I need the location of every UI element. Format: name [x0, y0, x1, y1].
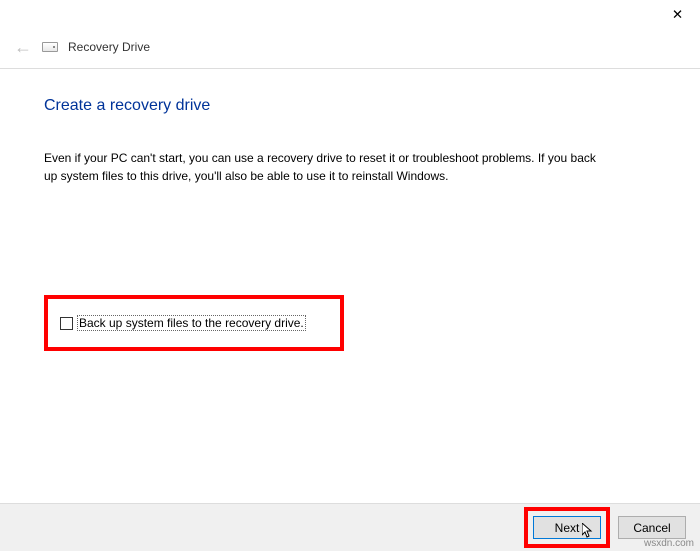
cancel-button[interactable]: Cancel — [618, 516, 686, 539]
wizard-header: ← Recovery Drive — [0, 30, 700, 69]
page-title: Create a recovery drive — [44, 97, 656, 115]
next-button-highlight: Next — [524, 507, 610, 548]
header-title: Recovery Drive — [68, 40, 150, 54]
backup-checkbox-label[interactable]: Back up system files to the recovery dri… — [77, 315, 306, 331]
wizard-footer: Next Cancel — [0, 503, 700, 551]
checkbox-highlight-box: Back up system files to the recovery dri… — [44, 295, 344, 351]
description-text: Even if your PC can't start, you can use… — [44, 149, 604, 185]
content-area: Create a recovery drive Even if your PC … — [0, 69, 700, 351]
drive-icon — [42, 42, 58, 52]
back-arrow-icon: ← — [14, 38, 32, 56]
titlebar: ✕ — [0, 0, 700, 30]
next-button[interactable]: Next — [533, 516, 601, 539]
watermark: wsxdn.com — [644, 538, 694, 549]
cursor-icon — [582, 523, 594, 539]
close-button[interactable]: ✕ — [655, 0, 700, 30]
next-button-label: Next — [555, 521, 580, 535]
cancel-button-label: Cancel — [633, 521, 670, 535]
close-icon: ✕ — [672, 7, 683, 23]
backup-checkbox[interactable] — [60, 317, 73, 330]
